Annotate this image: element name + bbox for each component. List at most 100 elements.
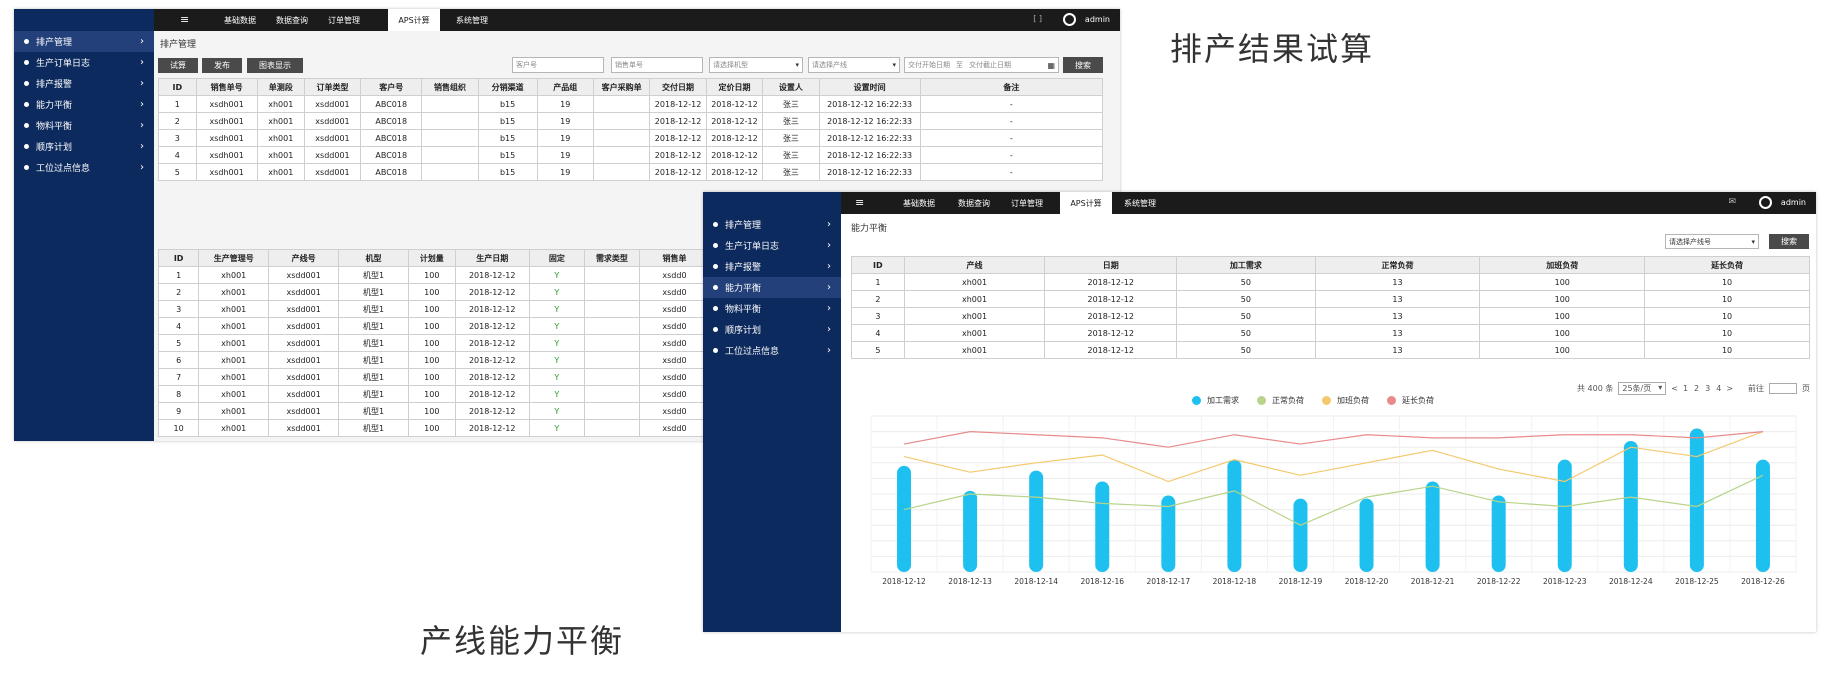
table-row[interactable]: 3 xh001 xsdd001 机型1 100 2018-12-12 Yxsdd0	[157, 300, 711, 318]
chart-display-button[interactable]: 图表显示	[247, 58, 303, 73]
column-header[interactable]: 备注	[919, 78, 1104, 96]
table-row[interactable]: 5 xsdh001 xh001 xsdd001 ABC018 b15 19 2018-12-1…	[158, 163, 1104, 181]
trial-button[interactable]: 试算	[158, 58, 198, 73]
sidebar-item-3[interactable]: 能力平衡 ›	[14, 94, 154, 115]
nav-tab-1[interactable]: 数据查询	[266, 9, 318, 31]
column-header[interactable]: 客户采购单	[592, 78, 651, 96]
line-select[interactable]: 请选择产线 ▾	[808, 57, 900, 73]
bar-加工需求[interactable]	[1557, 459, 1572, 572]
user-avatar-icon[interactable]	[1759, 196, 1772, 209]
column-header[interactable]: 订单类型	[303, 78, 362, 96]
table-row[interactable]: 3 xsdh001 xh001 xsdd001 ABC018 b15 19 2018-12-1…	[158, 129, 1104, 147]
column-header[interactable]: 客户号	[360, 78, 423, 96]
bar-加工需求[interactable]	[1755, 459, 1770, 572]
publish-button[interactable]: 发布	[202, 58, 242, 73]
sidebar-item-4[interactable]: 物料平衡 ›	[703, 298, 841, 319]
table-row[interactable]: 1 xh001 xsdd001 机型1 100 2018-12-12 Yxsdd0	[157, 266, 711, 284]
column-header[interactable]: 加工需求	[1176, 256, 1316, 274]
column-header[interactable]: 正常负荷	[1314, 256, 1481, 274]
user-avatar-icon[interactable]	[1063, 13, 1076, 26]
nav-tab-0[interactable]: 基础数据	[893, 192, 945, 214]
mail-icon[interactable]: ✉	[1728, 197, 1736, 207]
bar-加工需求[interactable]	[1095, 481, 1110, 572]
sidebar-item-3[interactable]: 能力平衡 ›	[703, 277, 841, 298]
username[interactable]: admin	[1781, 198, 1806, 207]
bar-加工需求[interactable]	[1359, 498, 1374, 572]
bar-加工需求[interactable]	[1491, 495, 1506, 572]
sidebar-item-1[interactable]: 生产订单日志 ›	[14, 52, 154, 73]
bar-加工需求[interactable]	[1293, 498, 1308, 572]
table-row[interactable]: 4 xsdh001 xh001 xsdd001 ABC018 b15 19 2018-12-1…	[158, 146, 1104, 164]
sidebar-item-5[interactable]: 顺序计划 ›	[703, 319, 841, 340]
line-number-select[interactable]: 请选择产线号 ▾	[1665, 234, 1759, 249]
sidebar-item-1[interactable]: 生产订单日志 ›	[703, 235, 841, 256]
column-header[interactable]: 产线号	[268, 249, 340, 267]
sidebar-item-2[interactable]: 排产报警 ›	[14, 73, 154, 94]
column-header[interactable]: 固定	[528, 249, 585, 267]
sidebar-item-4[interactable]: 物料平衡 ›	[14, 115, 154, 136]
column-header[interactable]: 定价日期	[705, 78, 764, 96]
table-row[interactable]: 2 xh001 2018-12-12 50 13 100 10	[851, 290, 1810, 308]
bar-加工需求[interactable]	[1689, 428, 1704, 572]
sidebar-item-6[interactable]: 工位过点信息 ›	[14, 157, 154, 178]
column-header[interactable]: 设置人	[762, 78, 820, 96]
column-header[interactable]: 交付日期	[649, 78, 707, 96]
table-row[interactable]: 1 xsdh001 xh001 xsdd001 ABC018 b15 19 2018-12-1…	[158, 95, 1104, 113]
nav-tab-2[interactable]: 订单管理	[318, 9, 370, 31]
table-row[interactable]: 5 xh001 2018-12-12 50 13 100 10	[851, 341, 1810, 359]
column-header[interactable]: 设置时间	[818, 78, 921, 96]
sales-order-input[interactable]: 销售单号	[611, 57, 703, 73]
table-row[interactable]: 4 xh001 xsdd001 机型1 100 2018-12-12 Yxsdd0	[157, 317, 711, 335]
nav-tab-4[interactable]: 系统管理	[1114, 192, 1166, 214]
nav-tab-4[interactable]: 系统管理	[446, 9, 498, 31]
column-header[interactable]: 产品组	[536, 78, 594, 96]
bar-加工需求[interactable]	[1425, 481, 1440, 572]
next-page-button[interactable]: >	[1726, 384, 1733, 393]
column-header[interactable]: 延长负荷	[1644, 256, 1810, 274]
username[interactable]: admin	[1085, 15, 1110, 24]
legend-item[interactable]: 加工需求	[1192, 395, 1239, 406]
page-number[interactable]: 4	[1716, 384, 1721, 393]
column-header[interactable]: 机型	[338, 249, 410, 267]
column-header[interactable]: ID	[158, 78, 197, 96]
column-header[interactable]: 生产日期	[454, 249, 530, 267]
customer-input[interactable]: 客户号	[512, 57, 604, 73]
table-row[interactable]: 10 xh001 xsdd001 机型1 100 2018-12-12 Yxsdd0	[157, 419, 711, 437]
column-header[interactable]: 产线	[903, 256, 1046, 274]
menu-icon[interactable]: ≡	[180, 13, 189, 26]
sidebar-item-5[interactable]: 顺序计划 ›	[14, 136, 154, 157]
model-select[interactable]: 请选择机型 ▾	[709, 57, 803, 73]
bar-加工需求[interactable]	[1029, 470, 1044, 572]
page-number[interactable]: 1	[1683, 384, 1688, 393]
table-row[interactable]: 1 xh001 2018-12-12 50 13 100 10	[851, 273, 1810, 291]
table-row[interactable]: 9 xh001 xsdd001 机型1 100 2018-12-12 Yxsdd0	[157, 402, 711, 420]
column-header[interactable]: 加班负荷	[1479, 256, 1646, 274]
nav-tab-2[interactable]: 订单管理	[1001, 192, 1053, 214]
nav-tab-3[interactable]: APS计算	[1060, 192, 1112, 214]
table-row[interactable]: 6 xh001 xsdd001 机型1 100 2018-12-12 Yxsdd0	[157, 351, 711, 369]
column-header[interactable]: 销售组织	[421, 78, 479, 96]
nav-tab-1[interactable]: 数据查询	[948, 192, 1000, 214]
prev-page-button[interactable]: <	[1671, 384, 1678, 393]
column-header[interactable]: 日期	[1044, 256, 1178, 274]
expand-icon[interactable]: [ ]	[1033, 14, 1042, 23]
bar-加工需求[interactable]	[963, 490, 978, 572]
goto-page-input[interactable]	[1769, 383, 1798, 394]
page-number[interactable]: 2	[1694, 384, 1699, 393]
table-row[interactable]: 2 xsdh001 xh001 xsdd001 ABC018 b15 19 2018-12-1…	[158, 112, 1104, 130]
column-header[interactable]: 单测段	[256, 78, 305, 96]
table-row[interactable]: 5 xh001 xsdd001 机型1 100 2018-12-12 Yxsdd0	[157, 334, 711, 352]
page-size-select[interactable]: 25条/页 ▾	[1618, 382, 1667, 395]
date-range-input[interactable]: 交付开始日期 至 交付截止日期 ▦	[904, 57, 1059, 73]
legend-item[interactable]: 正常负荷	[1257, 395, 1304, 406]
table-row[interactable]: 7 xh001 xsdd001 机型1 100 2018-12-12 Yxsdd0	[157, 368, 711, 386]
legend-item[interactable]: 加班负荷	[1322, 395, 1369, 406]
menu-icon[interactable]: ≡	[855, 196, 864, 209]
column-header[interactable]: ID	[851, 256, 905, 274]
sidebar-item-2[interactable]: 排产报警 ›	[703, 256, 841, 277]
page-number[interactable]: 3	[1705, 384, 1710, 393]
bar-加工需求[interactable]	[1227, 459, 1242, 572]
table-row[interactable]: 2 xh001 xsdd001 机型1 100 2018-12-12 Yxsdd0	[157, 283, 711, 301]
table-row[interactable]: 3 xh001 2018-12-12 50 13 100 10	[851, 307, 1810, 325]
search-button[interactable]: 搜索	[1769, 234, 1809, 249]
